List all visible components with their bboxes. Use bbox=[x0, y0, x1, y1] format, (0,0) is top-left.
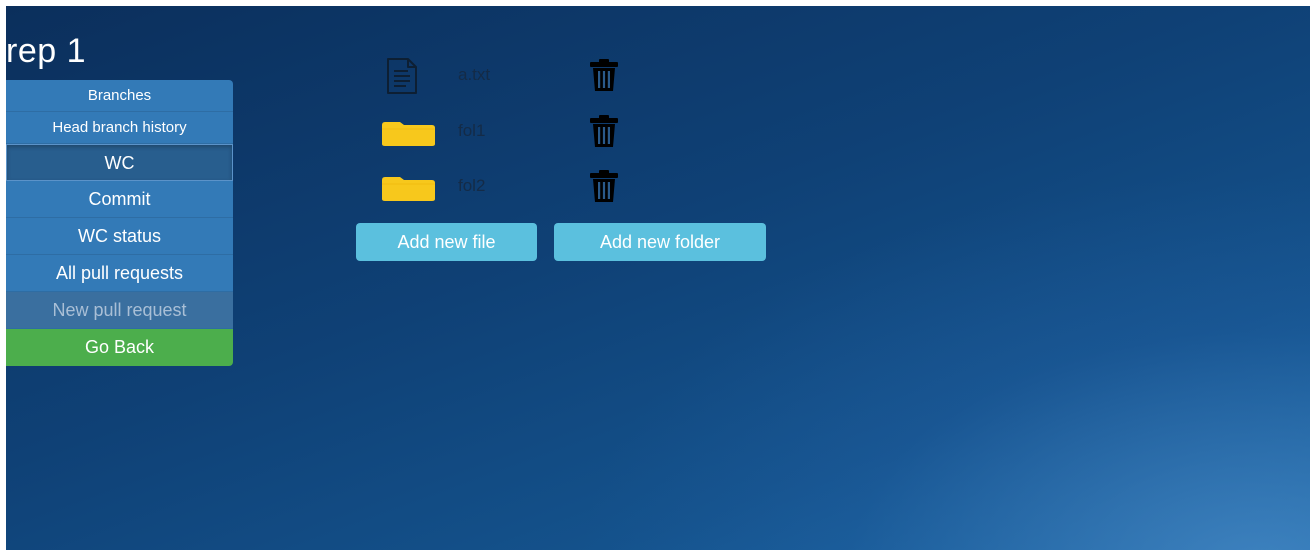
folder-name[interactable]: fol1 bbox=[458, 121, 485, 141]
file-name[interactable]: a.txt bbox=[458, 65, 490, 85]
folder-name[interactable]: fol2 bbox=[458, 176, 485, 196]
trash-icon[interactable] bbox=[588, 114, 620, 153]
text-file-icon[interactable] bbox=[384, 57, 420, 100]
sidebar-item-head-branch-history[interactable]: Head branch history bbox=[6, 112, 233, 144]
folder-icon[interactable] bbox=[380, 121, 436, 152]
sidebar-item-wc-status[interactable]: WC status bbox=[6, 218, 233, 255]
add-new-folder-button[interactable]: Add new folder bbox=[554, 223, 766, 261]
sidebar-item-new-pull-request[interactable]: New pull request bbox=[6, 292, 233, 329]
list-item[interactable]: fol2 bbox=[380, 168, 640, 208]
sidebar-item-all-pull-requests[interactable]: All pull requests bbox=[6, 255, 233, 292]
trash-icon[interactable] bbox=[588, 58, 620, 97]
list-item[interactable]: fol1 bbox=[380, 113, 640, 153]
add-new-file-button[interactable]: Add new file bbox=[356, 223, 537, 261]
app-window: rep 1 Branches Head branch history WC Co… bbox=[6, 6, 1310, 550]
sidebar-item-commit[interactable]: Commit bbox=[6, 181, 233, 218]
page-title: rep 1 bbox=[6, 32, 86, 70]
list-item[interactable]: a.txt bbox=[380, 57, 640, 97]
folder-icon[interactable] bbox=[380, 176, 436, 207]
go-back-button[interactable]: Go Back bbox=[6, 329, 233, 366]
trash-icon[interactable] bbox=[588, 169, 620, 208]
sidebar-menu: Branches Head branch history WC Commit W… bbox=[6, 80, 233, 366]
sidebar-item-branches[interactable]: Branches bbox=[6, 80, 233, 112]
sidebar-item-wc[interactable]: WC bbox=[6, 144, 233, 181]
